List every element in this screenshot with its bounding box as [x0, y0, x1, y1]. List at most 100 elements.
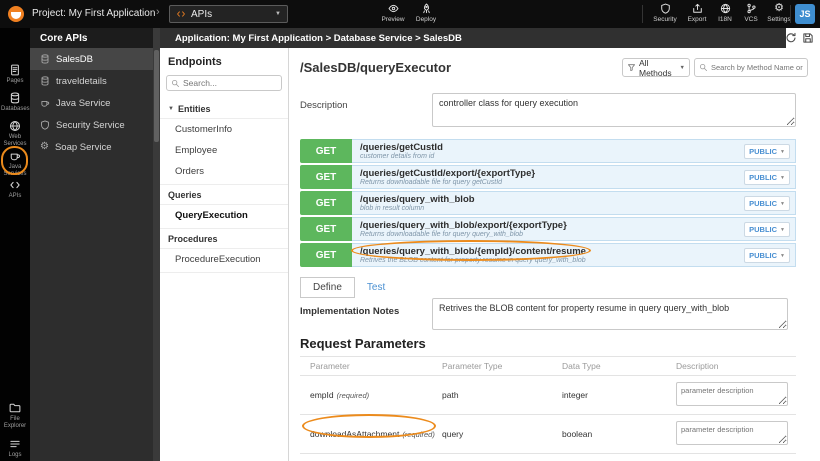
endpoint-path[interactable]: /queries/getCustId: [360, 142, 787, 153]
endpoints-title: Endpoints: [168, 56, 222, 68]
settings-label: Settings: [767, 16, 791, 23]
endpoint-item-procedureexecution[interactable]: ProcedureExecution: [160, 249, 288, 270]
method-search: [694, 58, 808, 77]
sidebar-item-label: Soap Service: [54, 141, 112, 153]
nav-dropdown-value: APIs: [191, 8, 213, 20]
save-icon[interactable]: [802, 32, 814, 44]
rail-item-label: Web Services: [3, 134, 27, 148]
section-queries[interactable]: Queries: [160, 185, 288, 205]
endpoint-item-customerinfo[interactable]: CustomerInfo: [160, 119, 288, 140]
scrollbar-thumb[interactable]: [154, 50, 159, 142]
sidebar-item-label: SalesDB: [56, 53, 93, 65]
endpoint-path[interactable]: /queries/query_with_blob/{empId}/content…: [360, 246, 787, 257]
search-icon: [171, 79, 180, 88]
access-dropdown[interactable]: PUBLIC ▼: [744, 248, 790, 263]
access-value: PUBLIC: [749, 225, 778, 234]
rail-item-label: File Explorer: [3, 416, 27, 430]
endpoint-path[interactable]: /queries/query_with_blob/export/{exportT…: [360, 220, 787, 231]
endpoint-row: GET /queries/query_with_blob blob in res…: [300, 191, 796, 215]
description-textarea[interactable]: controller class for query execution: [432, 93, 796, 127]
app-logo-icon[interactable]: [8, 6, 24, 22]
endpoint-link[interactable]: /queries/query_with_blob blob in result …: [352, 191, 796, 215]
endpoint-path[interactable]: /queries/query_with_blob: [360, 194, 787, 205]
rail-item-label: Java Services: [3, 164, 27, 178]
rail-item-file-explorer[interactable]: File Explorer: [0, 402, 30, 430]
rail-item-label: Logs: [8, 452, 22, 458]
param-type-cell: query: [442, 429, 464, 439]
sidebar-scrollbar[interactable]: [153, 28, 160, 461]
methods-filter-value: All Methods: [639, 57, 672, 78]
rail-item-databases[interactable]: Databases: [0, 92, 30, 113]
column-header-parameter: Parameter: [310, 361, 350, 371]
export-icon: [692, 3, 703, 14]
sidebar-item-soap-service[interactable]: ⚙ Soap Service: [30, 136, 153, 158]
coffee-icon: [40, 98, 50, 108]
rail-item-pages[interactable]: Pages: [0, 64, 30, 85]
rail-item-logs[interactable]: Logs: [0, 438, 30, 459]
rail-item-label: APIs: [8, 193, 22, 199]
access-dropdown[interactable]: PUBLIC ▼: [744, 170, 790, 185]
security-button[interactable]: Security: [648, 3, 682, 23]
param-required-flag: (required): [402, 430, 435, 439]
rail-item-java-services[interactable]: Java Services: [0, 150, 30, 178]
param-description-input[interactable]: [676, 382, 788, 406]
preview-label: Preview: [381, 16, 405, 23]
endpoint-link[interactable]: /queries/getCustId customer details from…: [352, 139, 796, 163]
methods-filter-dropdown[interactable]: All Methods ▼: [622, 57, 690, 78]
param-required-flag: (required): [336, 391, 370, 400]
section-entities[interactable]: ▼ Entities: [160, 99, 288, 119]
implementation-notes-label: Implementation Notes: [300, 306, 400, 317]
sidebar-item-label: Security Service: [56, 119, 125, 131]
endpoint-row: GET /queries/getCustId customer details …: [300, 139, 796, 163]
access-dropdown[interactable]: PUBLIC ▼: [744, 222, 790, 237]
endpoint-link[interactable]: /queries/getCustId/export/{exportType} R…: [352, 165, 796, 189]
request-parameters-heading: Request Parameters: [300, 336, 426, 351]
nav-dropdown[interactable]: APIs ▼: [169, 5, 288, 23]
param-name: empId: [310, 390, 334, 400]
column-header-data-type: Data Type: [562, 361, 601, 371]
method-search-input[interactable]: [711, 63, 805, 72]
endpoint-note: Returns downloadable file for query getC…: [360, 179, 503, 187]
preview-button[interactable]: Preview: [376, 3, 410, 23]
param-description-input[interactable]: [676, 421, 788, 445]
tab-define[interactable]: Define: [300, 277, 355, 298]
implementation-notes-textarea[interactable]: Retrives the BLOB content for property r…: [432, 298, 788, 330]
rail-item-web-services[interactable]: Web Services: [0, 120, 30, 148]
tab-test[interactable]: Test: [355, 277, 397, 298]
param-name-cell: downloadAsAttachment (required): [300, 423, 435, 445]
param-name-cell: empId (required): [300, 384, 432, 406]
table-header-row: Parameter Parameter Type Data Type Descr…: [300, 357, 796, 376]
endpoint-note: Returns downloadable file for query quer…: [360, 231, 524, 239]
deploy-button[interactable]: Deploy: [409, 3, 443, 23]
detail-tabs: Define Test: [300, 277, 397, 298]
sidebar-item-java-service[interactable]: Java Service: [30, 92, 153, 114]
endpoint-link[interactable]: /queries/query_with_blob/{empId}/content…: [352, 243, 796, 267]
refresh-icon[interactable]: [785, 32, 797, 44]
topbar-divider: [790, 5, 791, 23]
endpoint-path[interactable]: /queries/getCustId/export/{exportType}: [360, 168, 787, 179]
endpoint-note: Retrives the BLOB content for property r…: [360, 257, 586, 265]
chevron-down-icon: ▼: [780, 148, 785, 155]
endpoint-link[interactable]: /queries/query_with_blob/export/{exportT…: [352, 217, 796, 241]
breadcrumb-actions: [786, 28, 820, 48]
request-parameters-table: Parameter Parameter Type Data Type Descr…: [300, 356, 796, 454]
section-procedures[interactable]: Procedures: [160, 229, 288, 249]
globe-icon: [720, 3, 731, 14]
sidebar-item-security-service[interactable]: Security Service: [30, 114, 153, 136]
access-dropdown[interactable]: PUBLIC ▼: [744, 196, 790, 211]
sidebar-item-salesdb[interactable]: SalesDB: [30, 48, 153, 70]
endpoint-item-orders[interactable]: Orders: [160, 161, 288, 182]
endpoint-item-queryexecution[interactable]: QueryExecution: [160, 205, 288, 226]
rail-item-label: Databases: [1, 106, 30, 112]
endpoints-search-input[interactable]: [183, 78, 275, 88]
endpoint-item-employee[interactable]: Employee: [160, 140, 288, 161]
access-dropdown[interactable]: PUBLIC ▼: [744, 144, 790, 159]
left-rail: Pages Databases Web Services Java Servic…: [0, 28, 30, 461]
user-avatar[interactable]: JS: [795, 4, 815, 24]
sidebar-item-traveldetails[interactable]: traveldetails: [30, 70, 153, 92]
method-badge: GET: [300, 191, 352, 215]
globe-icon: [9, 120, 21, 132]
chevron-right-icon: ›: [156, 6, 160, 18]
rail-item-apis[interactable]: APIs: [0, 179, 30, 200]
gear-icon: ⚙: [774, 2, 784, 14]
